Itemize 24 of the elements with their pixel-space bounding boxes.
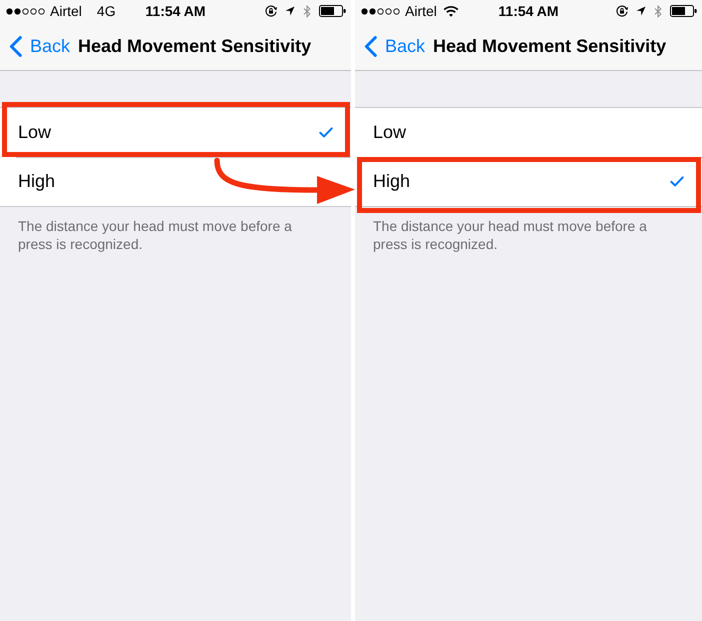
chevron-left-icon <box>9 36 22 56</box>
location-arrow-icon <box>285 6 295 16</box>
back-button[interactable]: Back <box>9 36 70 56</box>
rotation-lock-icon <box>265 5 277 17</box>
carrier-name: Airtel <box>50 3 82 19</box>
status-time: 11:54 AM <box>145 3 206 19</box>
signal-strength-icon <box>6 8 46 14</box>
status-time: 11:54 AM <box>498 3 559 19</box>
screen-title: Head Movement Sensitivity <box>433 36 666 56</box>
battery-icon <box>670 5 697 17</box>
signal-strength-icon <box>361 8 401 14</box>
wifi-icon <box>442 5 459 17</box>
location-arrow-icon <box>636 6 646 16</box>
chevron-left-icon <box>364 36 377 56</box>
bluetooth-icon <box>654 4 662 18</box>
screen-title: Head Movement Sensitivity <box>78 36 312 56</box>
bluetooth-icon <box>303 4 311 18</box>
battery-icon <box>319 5 346 17</box>
carrier-name: Airtel <box>405 3 437 19</box>
back-button[interactable]: Back <box>364 36 426 56</box>
rotation-lock-icon <box>616 5 628 17</box>
network-type: 4G <box>96 3 116 19</box>
section-footer-text: The distance your head must move before a press is recognized. <box>372 217 648 253</box>
section-footer-text: The distance your head must move before a press is recognized. <box>17 217 293 253</box>
